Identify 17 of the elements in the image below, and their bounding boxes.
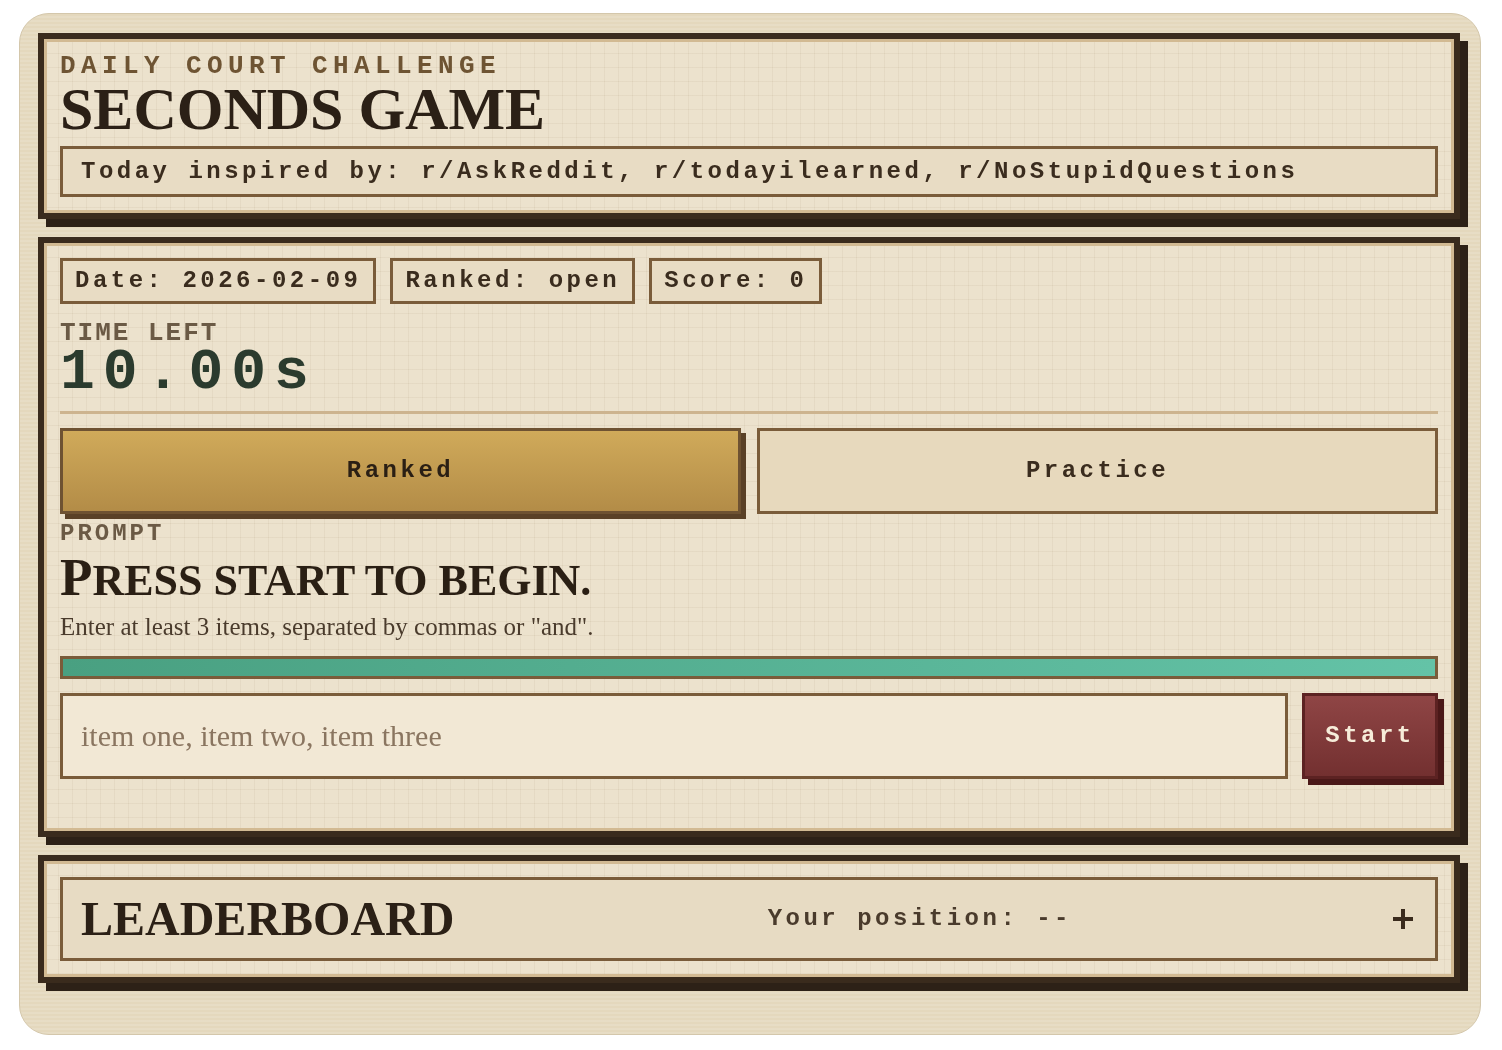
- game-title: SECONDS GAME: [60, 79, 546, 139]
- timer-value: 10.00s: [60, 346, 317, 400]
- info-chip: Date: 2026-02-09: [60, 258, 377, 304]
- leaderboard-header[interactable]: LEADERBOARD Your position: --: [60, 877, 1438, 961]
- prompt-hint: Enter at least 3 items, separated by commas or "and".: [60, 612, 594, 642]
- position-text: Your position: --: [767, 904, 1072, 934]
- info-chip: Ranked: open: [390, 258, 636, 304]
- timer-label: TIME LEFT: [60, 320, 219, 346]
- prompt-label: PROMPT: [60, 522, 165, 546]
- inspiration-text: Today inspired by: r/AskReddit, r/todayilearned, r/NoStupidQuestions: [81, 159, 1299, 184]
- info-chip: Score: 0: [649, 258, 823, 304]
- answer-input[interactable]: item one, item two, item three: [60, 693, 1288, 779]
- plus-icon[interactable]: [1393, 909, 1413, 929]
- leaderboard-title: LEADERBOARD: [81, 895, 455, 943]
- mode-tab[interactable]: Practice: [757, 428, 1438, 514]
- eyebrow-label: DAILY COURT CHALLENGE: [60, 53, 502, 79]
- prompt-text: PRESS START TO BEGIN.: [60, 552, 592, 606]
